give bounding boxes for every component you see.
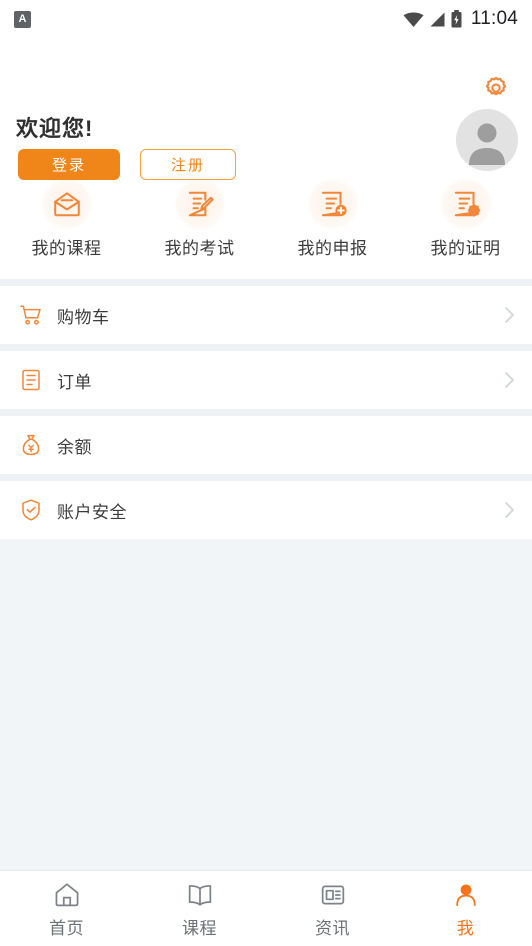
menu-item-label: 订单 (57, 372, 92, 392)
document-plus-icon (321, 191, 347, 217)
tab-profile[interactable]: 我 (399, 879, 532, 939)
menu-item-label: 购物车 (57, 307, 110, 327)
list-separator (0, 344, 532, 351)
quick-action-icon-wrap (439, 178, 492, 230)
book-icon (188, 884, 211, 906)
signal-icon (430, 12, 445, 26)
chevron-right-icon (505, 502, 514, 518)
status-bar-clock: 11:04 (470, 8, 518, 29)
quick-action-label: 我的申报 (297, 239, 368, 258)
quick-action-label: 我的证明 (430, 239, 501, 258)
tab-label: 资讯 (315, 918, 350, 938)
tab-label: 我 (456, 918, 475, 938)
shopping-cart-icon (20, 305, 41, 325)
app-screen: A 11:04 欢迎您! 登录 注册 我的课程 我的考试 我的申报 我的证明 购… (0, 0, 532, 946)
tab-news[interactable]: 资讯 (266, 879, 399, 939)
envelope-open-icon (53, 192, 80, 217)
profile-header: 欢迎您! 登录 注册 (0, 38, 532, 180)
order-list-icon (22, 369, 40, 391)
tab-courses[interactable]: 课程 (133, 879, 266, 939)
tab-icon-wrap (186, 879, 214, 911)
wifi-icon (403, 12, 424, 27)
welcome-title: 欢迎您! (16, 116, 94, 141)
battery-icon (451, 10, 462, 28)
avatar[interactable] (456, 109, 518, 171)
login-button[interactable]: 登录 (18, 149, 120, 180)
quick-action-my-courses[interactable]: 我的课程 (0, 178, 133, 259)
tab-label: 课程 (182, 918, 217, 938)
home-icon (55, 882, 78, 906)
news-icon (321, 885, 344, 904)
row-icon-wrap (18, 433, 44, 457)
status-bar-right: 11:04 (403, 8, 518, 30)
menu-item-orders[interactable]: 订单 (0, 351, 532, 409)
menu-item-shopping-cart[interactable]: 购物车 (0, 286, 532, 344)
document-pencil-icon (188, 191, 214, 217)
menu-item-account-security[interactable]: 账户安全 (0, 481, 532, 539)
quick-action-my-declarations[interactable]: 我的申报 (266, 178, 399, 259)
chevron-right-icon (505, 307, 514, 323)
page-body-empty-area (0, 539, 532, 870)
quick-actions: 我的课程 我的考试 我的申报 我的证明 (0, 164, 532, 279)
tab-icon-wrap (452, 879, 480, 911)
quick-action-my-certificates[interactable]: 我的证明 (399, 178, 532, 259)
tab-icon-wrap (319, 879, 347, 911)
person-icon (455, 883, 476, 906)
tab-icon-wrap (53, 879, 81, 911)
menu-item-label: 账户安全 (57, 502, 127, 522)
shield-check-icon (22, 499, 40, 521)
row-icon-wrap (18, 498, 44, 522)
auth-buttons: 登录 注册 (18, 149, 236, 180)
quick-action-label: 我的考试 (164, 239, 235, 258)
register-button[interactable]: 注册 (140, 149, 236, 180)
menu-item-balance[interactable]: 余额 (0, 416, 532, 474)
menu-item-label: 余额 (57, 437, 92, 457)
quick-action-icon-wrap (40, 178, 93, 230)
quick-action-icon-wrap (173, 178, 226, 230)
app-badge-icon: A (14, 10, 31, 28)
quick-action-icon-wrap (306, 178, 359, 230)
status-bar: A 11:04 (0, 0, 532, 38)
money-bag-icon (22, 434, 40, 456)
chevron-right-icon (505, 372, 514, 388)
tab-label: 首页 (49, 918, 84, 938)
avatar-placeholder-icon (469, 123, 505, 165)
list-separator (0, 409, 532, 416)
gear-icon[interactable] (482, 74, 510, 102)
status-bar-left: A (14, 10, 31, 28)
row-icon-wrap (18, 368, 44, 392)
row-icon-wrap (18, 303, 44, 327)
list-separator (0, 474, 532, 481)
quick-action-label: 我的课程 (31, 239, 102, 258)
tab-home[interactable]: 首页 (0, 879, 133, 939)
quick-action-my-exams[interactable]: 我的考试 (133, 178, 266, 259)
document-seal-icon (454, 191, 480, 217)
bottom-navigation: 首页 课程 资讯 我 (0, 870, 532, 946)
menu-list: 购物车 订单 余额 账户安全 (0, 286, 532, 539)
list-separator (0, 279, 532, 286)
